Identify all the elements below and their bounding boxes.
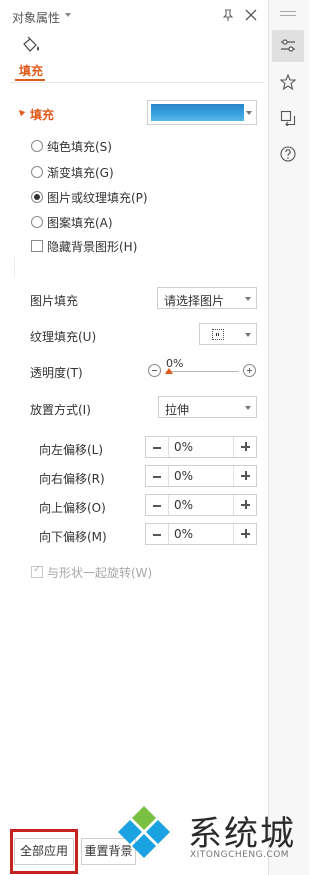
- offset-left-stepper[interactable]: 0%: [145, 436, 257, 458]
- radio-label: 图片或纹理填充(P): [47, 190, 148, 205]
- collapse-arrow-icon[interactable]: [16, 107, 26, 117]
- texture-icon: [212, 329, 224, 340]
- chevron-down-icon: [245, 297, 251, 301]
- divider: [10, 82, 264, 83]
- transparency-slider[interactable]: [166, 371, 239, 372]
- panel-header: 对象属性: [0, 0, 268, 30]
- close-icon[interactable]: [244, 8, 258, 22]
- radio-button[interactable]: [31, 140, 43, 152]
- rotate-with-shape-checkbox[interactable]: 与形状一起旋转(W): [31, 563, 152, 581]
- slider-thumb[interactable]: [165, 368, 173, 374]
- sidebar-star-button[interactable]: [272, 66, 304, 98]
- checkbox-disabled[interactable]: [31, 564, 43, 578]
- offset-left-label: 向左偏移(L): [39, 443, 104, 457]
- help-icon: [280, 146, 296, 162]
- tab-fill[interactable]: 填充: [19, 62, 43, 79]
- plus-icon[interactable]: [233, 466, 256, 486]
- panel-title[interactable]: 对象属性: [12, 9, 60, 26]
- pin-icon[interactable]: [222, 9, 234, 22]
- offset-up-stepper[interactable]: 0%: [145, 494, 257, 516]
- picture-fill-label: 图片填充: [30, 294, 79, 308]
- offset-right-label: 向右偏移(R): [39, 472, 105, 486]
- picture-fill-dropdown[interactable]: 请选择图片: [157, 287, 257, 309]
- increase-transparency-icon[interactable]: [243, 364, 256, 377]
- placement-dropdown[interactable]: 拉伸: [158, 396, 257, 418]
- minus-icon[interactable]: [146, 495, 169, 515]
- minus-icon[interactable]: [146, 437, 169, 457]
- plus-icon[interactable]: [233, 495, 256, 515]
- chevron-down-icon: [245, 406, 251, 410]
- right-sidebar: [268, 0, 309, 875]
- minus-icon[interactable]: [146, 466, 169, 486]
- decrease-transparency-icon[interactable]: [148, 364, 161, 377]
- radio-label: 渐变填充(G): [47, 165, 114, 180]
- title-dropdown-icon[interactable]: [65, 13, 71, 17]
- chevron-down-icon: [246, 111, 252, 115]
- scroll-indicator: [14, 257, 15, 277]
- chevron-down-icon: [245, 333, 251, 337]
- radio-button[interactable]: [31, 216, 43, 228]
- radio-button[interactable]: [31, 166, 43, 178]
- watermark-name: 系统城: [188, 814, 296, 854]
- radio-label: 图案填充(A): [47, 215, 113, 230]
- sidebar-transform-button[interactable]: [272, 102, 304, 134]
- placement-value: 拉伸: [165, 403, 190, 417]
- radio-label: 纯色填充(S): [47, 139, 112, 154]
- placement-label: 放置方式(I): [30, 403, 91, 417]
- offset-up-label: 向上偏移(O): [39, 501, 106, 515]
- tab-active-indicator: [15, 79, 45, 81]
- radio-pattern-fill[interactable]: 图案填充(A): [31, 213, 113, 231]
- checkbox[interactable]: [31, 240, 43, 252]
- offset-right-value[interactable]: 0%: [174, 469, 193, 483]
- texture-fill-dropdown[interactable]: [199, 323, 257, 345]
- grip-icon[interactable]: [280, 11, 296, 16]
- radio-picture-texture-fill[interactable]: 图片或纹理填充(P): [31, 188, 148, 206]
- watermark-url: XITONGCHENG.COM: [190, 850, 290, 860]
- offset-down-stepper[interactable]: 0%: [145, 523, 257, 545]
- hide-background-checkbox[interactable]: 隐藏背景图形(H): [31, 237, 137, 255]
- offset-down-label: 向下偏移(M): [39, 530, 107, 544]
- offset-down-value[interactable]: 0%: [174, 527, 193, 541]
- watermark: 系统城 XITONGCHENG.COM: [116, 800, 309, 875]
- fill-color-dropdown[interactable]: [147, 100, 257, 125]
- picture-fill-value: 请选择图片: [164, 294, 225, 308]
- checkbox-label: 与形状一起旋转(W): [47, 565, 153, 580]
- texture-fill-label: 纹理填充(U): [30, 330, 97, 344]
- radio-solid-fill[interactable]: 纯色填充(S): [31, 137, 112, 155]
- minus-icon[interactable]: [146, 524, 169, 544]
- fill-bucket-icon[interactable]: [20, 36, 42, 58]
- fill-section-title[interactable]: 填充: [30, 106, 54, 123]
- properties-icon: [281, 39, 295, 52]
- star-icon: [280, 74, 296, 90]
- offset-right-stepper[interactable]: 0%: [145, 465, 257, 487]
- plus-icon[interactable]: [233, 524, 256, 544]
- highlight-box: [10, 829, 78, 874]
- plus-icon[interactable]: [233, 437, 256, 457]
- sidebar-properties-button[interactable]: [272, 30, 304, 62]
- offset-left-value[interactable]: 0%: [174, 440, 193, 454]
- transform-icon: [280, 110, 296, 126]
- transparency-label: 透明度(T): [30, 366, 83, 380]
- checkbox-label: 隐藏背景图形(H): [47, 239, 138, 254]
- offset-up-value[interactable]: 0%: [174, 498, 193, 512]
- radio-gradient-fill[interactable]: 渐变填充(G): [31, 163, 114, 181]
- sidebar-help-button[interactable]: [272, 138, 304, 170]
- fill-color-preview: [151, 104, 244, 121]
- watermark-logo-icon: [118, 806, 170, 858]
- properties-panel: 对象属性 填充 填充 纯色填充(S) 渐变填充(G) 图片或纹理填充(P) 图案…: [0, 0, 268, 875]
- radio-button-selected[interactable]: [31, 191, 43, 203]
